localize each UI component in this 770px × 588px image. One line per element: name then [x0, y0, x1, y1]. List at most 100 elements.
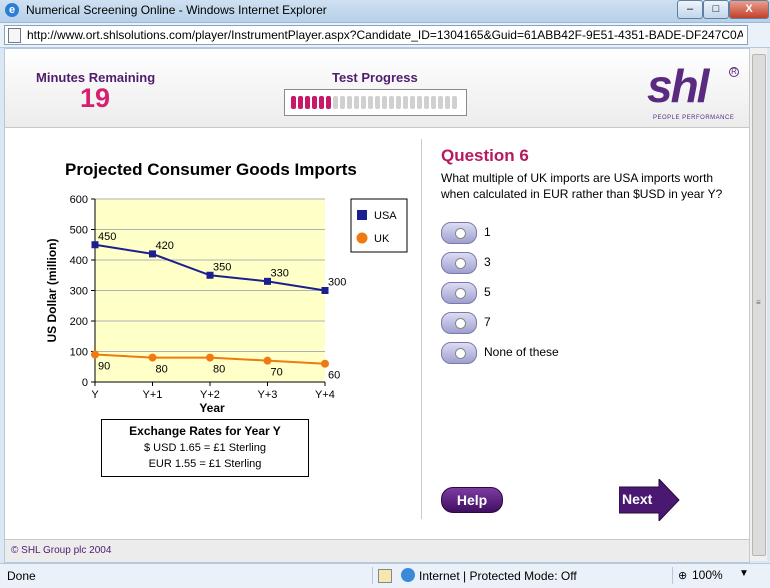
data-label: 80	[213, 364, 225, 376]
registered-mark: R	[729, 67, 739, 77]
answer-label: 3	[484, 255, 491, 269]
address-bar: http://www.ort.shlsolutions.com/player/I…	[0, 23, 770, 48]
minimize-button[interactable]: –	[677, 0, 703, 19]
progress-segment-done	[326, 96, 331, 109]
progress-segment-done	[312, 96, 317, 109]
address-url: http://www.ort.shlsolutions.com/player/I…	[27, 28, 743, 42]
data-point	[263, 356, 272, 365]
progress-segment-pending	[354, 96, 359, 109]
progress-segment-pending	[424, 96, 429, 109]
page-footer: © SHL Group plc 2004	[5, 539, 749, 562]
ie-logo-icon: e	[5, 3, 19, 17]
x-tick-label: Y	[91, 389, 99, 401]
next-button[interactable]: Next	[618, 477, 681, 523]
progress-segment-pending	[389, 96, 394, 109]
radio-button[interactable]	[441, 252, 477, 274]
legend-label: USA	[374, 210, 397, 222]
data-label: 330	[271, 267, 289, 279]
x-tick-label: Y+3	[258, 389, 278, 401]
data-label: 300	[328, 277, 346, 289]
question-title: Question 6	[441, 146, 529, 165]
progress-segment-pending	[347, 96, 352, 109]
radio-button[interactable]	[441, 222, 477, 244]
data-point	[148, 353, 157, 362]
y-tick-label: 400	[70, 255, 88, 267]
security-zone[interactable]: Internet | Protected Mode: Off	[419, 569, 577, 583]
popup-blocker-icon[interactable]	[378, 569, 392, 583]
shl-tagline: PEOPLE PERFORMANCE	[653, 115, 735, 121]
exchange-rates-box: Exchange Rates for Year Y $ USD 1.65 = £…	[101, 419, 309, 477]
close-button[interactable]: X	[729, 0, 769, 19]
x-tick-label: Y+2	[200, 389, 220, 401]
panel-divider	[421, 139, 422, 519]
page-content: Minutes Remaining 19 Test Progress shl R…	[4, 48, 750, 563]
progress-segment-pending	[382, 96, 387, 109]
scrollbar-grip-icon: ≡	[756, 298, 761, 307]
chevron-down-icon[interactable]: ▼	[739, 568, 749, 579]
status-bar: Done Internet | Protected Mode: Off ⊕ 10…	[0, 563, 770, 588]
exchange-rate-eur: EUR 1.55 = £1 Sterling	[148, 458, 262, 470]
progress-segment-done	[319, 96, 324, 109]
progress-segment-done	[305, 96, 310, 109]
progress-segment-done	[291, 96, 296, 109]
x-axis-label: Year	[199, 401, 225, 415]
data-label: 70	[271, 367, 283, 379]
progress-segment-pending	[403, 96, 408, 109]
data-label: 450	[98, 231, 116, 243]
progress-segment-pending	[445, 96, 450, 109]
progress-segment-pending	[417, 96, 422, 109]
progress-segment-pending	[438, 96, 443, 109]
progress-segment-pending	[410, 96, 415, 109]
x-tick-label: Y+1	[143, 389, 163, 401]
answer-label: 1	[484, 225, 491, 239]
answer-label: None of these	[484, 345, 559, 359]
y-tick-label: 200	[70, 316, 88, 328]
page-icon	[8, 28, 21, 43]
window-titlebar: e Numerical Screening Online - Windows I…	[0, 0, 770, 23]
legend-marker	[357, 210, 367, 220]
exchange-rate-usd: $ USD 1.65 = £1 Sterling	[144, 442, 266, 454]
shl-logo: shl R PEOPLE PERFORMANCE	[645, 60, 740, 127]
legend-label: UK	[374, 233, 390, 245]
x-tick-label: Y+4	[315, 389, 335, 401]
minutes-remaining-value: 19	[80, 83, 111, 113]
radio-button[interactable]	[441, 342, 477, 364]
data-label: 60	[328, 370, 340, 382]
progress-segment-pending	[375, 96, 380, 109]
vertical-scrollbar[interactable]: ≡	[749, 48, 767, 561]
legend-marker	[356, 232, 368, 244]
answer-label: 5	[484, 285, 491, 299]
test-header: Minutes Remaining 19 Test Progress shl R…	[5, 49, 749, 128]
test-progress-label: Test Progress	[332, 70, 418, 85]
next-button-label: Next	[622, 491, 653, 507]
radio-button[interactable]	[441, 282, 477, 304]
progress-segment-pending	[361, 96, 366, 109]
progress-segment-pending	[333, 96, 338, 109]
address-input[interactable]: http://www.ort.shlsolutions.com/player/I…	[4, 25, 748, 45]
data-label: 350	[213, 261, 231, 273]
maximize-button[interactable]: □	[703, 0, 729, 19]
question-text: What multiple of UK imports are USA impo…	[441, 171, 723, 201]
data-point	[321, 359, 329, 368]
globe-icon	[401, 568, 415, 582]
y-tick-label: 0	[82, 377, 88, 389]
status-separator	[672, 567, 673, 584]
imports-line-chart: 0 100 200 300 400 500 600 Y Y+1 Y+2 Y+3 Y+4 Year US D…	[45, 194, 408, 415]
data-point	[206, 353, 214, 362]
chart-title: Projected Consumer Goods Imports	[65, 160, 357, 179]
radio-button[interactable]	[441, 312, 477, 334]
data-label: 80	[156, 364, 168, 376]
y-tick-label: 600	[70, 194, 88, 206]
zoom-level[interactable]: 100%	[692, 568, 723, 582]
data-label: 90	[98, 361, 110, 373]
test-progress-bar	[284, 89, 467, 116]
status-separator	[372, 567, 373, 584]
window-title: Numerical Screening Online - Windows Int…	[26, 3, 327, 17]
data-label: 420	[156, 240, 174, 252]
help-button[interactable]: Help	[441, 487, 503, 513]
progress-segment-pending	[340, 96, 345, 109]
progress-segment-pending	[452, 96, 457, 109]
y-tick-label: 300	[70, 286, 88, 298]
y-tick-label: 100	[70, 347, 88, 359]
shl-logo-text: shl	[647, 60, 709, 112]
